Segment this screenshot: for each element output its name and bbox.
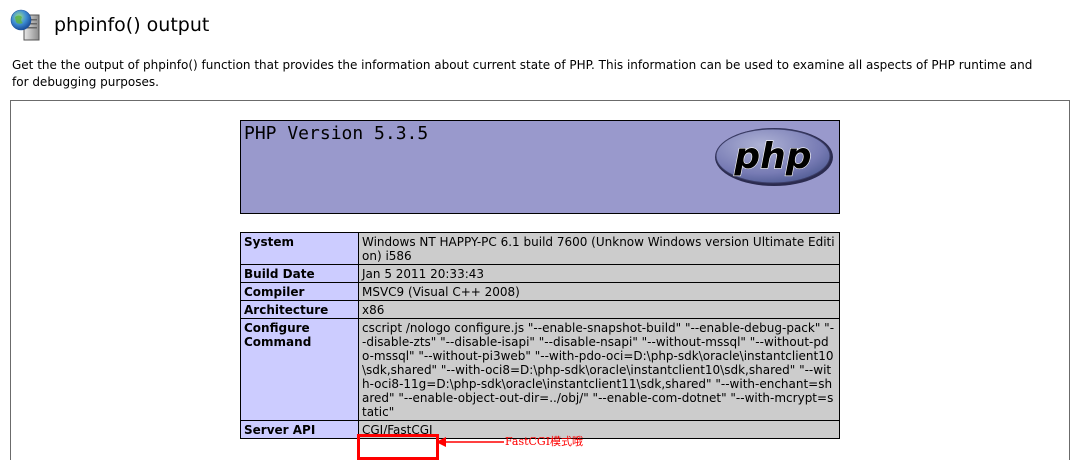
info-row: Compiler MSVC9 (Visual C++ 2008) — [240, 282, 840, 301]
info-row: System Windows NT HAPPY-PC 6.1 build 7600… — [240, 232, 840, 265]
page-description: Get the the output of phpinfo() function… — [12, 58, 1033, 89]
annotation-arrow-icon — [436, 437, 504, 447]
info-row-label: Server API — [240, 420, 359, 439]
php-version-header: PHP Version 5.3.5 php — [240, 120, 840, 214]
info-row-label: Compiler — [240, 282, 359, 301]
info-row-label: Configure Command — [240, 318, 359, 421]
info-row-value: x86 — [358, 300, 840, 319]
info-row-label: System — [240, 232, 359, 265]
php-info-table: System Windows NT HAPPY-PC 6.1 build 7600… — [240, 232, 840, 439]
info-row-value: MSVC9 (Visual C++ 2008) — [358, 282, 840, 301]
info-row-value: cscript /nologo configure.js "--enable-s… — [358, 318, 840, 421]
page-header: phpinfo() output — [10, 8, 209, 42]
info-row-label: Build Date — [240, 264, 359, 283]
server-api-highlight-box — [357, 434, 439, 460]
info-row: Build Date Jan 5 2011 20:33:43 — [240, 264, 840, 283]
info-row-value: Jan 5 2011 20:33:43 — [358, 264, 840, 283]
server-globe-icon — [10, 9, 42, 41]
php-logo[interactable]: php — [713, 126, 835, 193]
info-row: Configure Command cscript /nologo configu… — [240, 318, 840, 421]
fastcgi-annotation: FastCGI模式哦 — [505, 435, 584, 448]
page-title: phpinfo() output — [54, 14, 210, 36]
info-row-label: Architecture — [240, 300, 359, 319]
php-version-title: PHP Version 5.3.5 — [244, 123, 429, 144]
info-row-value: Windows NT HAPPY-PC 6.1 build 7600 (Unkn… — [358, 232, 840, 265]
info-row: Architecture x86 — [240, 300, 840, 319]
php-logo-text: php — [733, 136, 811, 177]
